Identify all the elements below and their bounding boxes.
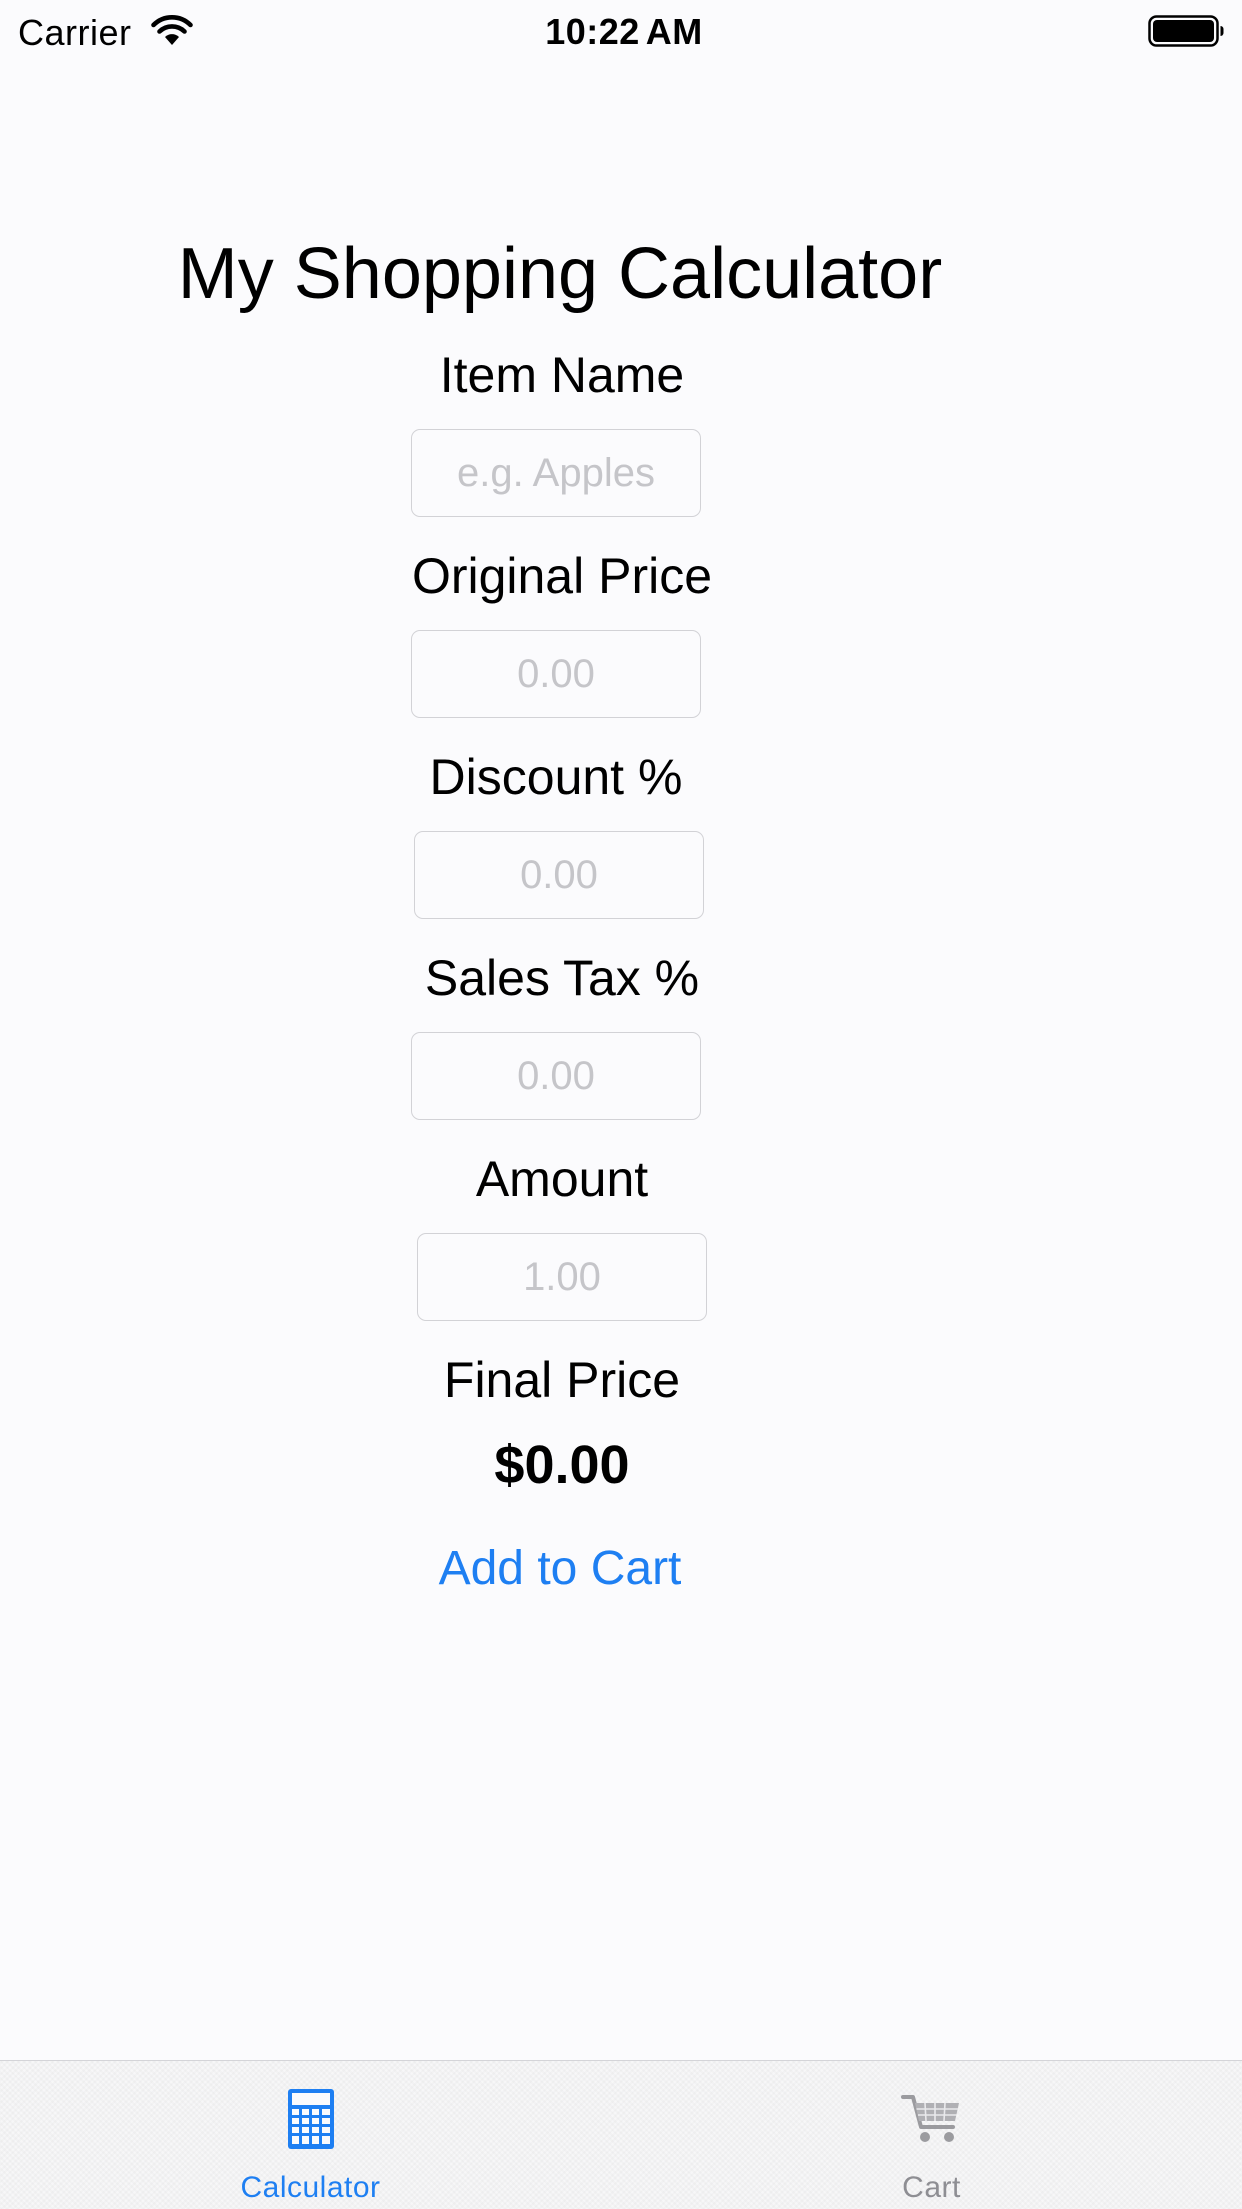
item-name-input[interactable]: [411, 429, 701, 517]
calculator-icon: [287, 2089, 334, 2149]
clock: 10:22 AM: [0, 11, 1242, 53]
discount-label: Discount %: [429, 749, 683, 805]
status-bar: Carrier 10:22 AM: [0, 0, 1242, 62]
final-price-label: Final Price: [443, 1352, 681, 1408]
tab-cart[interactable]: Cart: [621, 2061, 1242, 2209]
add-to-cart-button[interactable]: Add to Cart: [362, 1536, 758, 1600]
tab-bar: Calculator Cart: [0, 2060, 1242, 2209]
sales-tax-label: Sales Tax %: [424, 950, 700, 1006]
cart-icon: [900, 2095, 959, 2142]
tab-calculator-label: Calculator: [240, 2171, 381, 2204]
discount-input[interactable]: [414, 831, 704, 919]
original-price-label: Original Price: [411, 548, 713, 604]
amount-input[interactable]: [417, 1233, 707, 1321]
sales-tax-input[interactable]: [411, 1032, 701, 1120]
clock-time: 10:22: [545, 11, 640, 52]
tab-calculator[interactable]: Calculator: [0, 2061, 621, 2209]
amount-label: Amount: [475, 1151, 649, 1207]
page-title: My Shopping Calculator: [177, 234, 943, 314]
tab-cart-label: Cart: [902, 2171, 961, 2204]
item-name-label: Item Name: [439, 347, 685, 403]
battery-full-icon: [1148, 15, 1224, 47]
final-price-value: $0.00: [494, 1435, 630, 1495]
original-price-input[interactable]: [411, 630, 701, 718]
clock-suffix: AM: [645, 11, 703, 52]
